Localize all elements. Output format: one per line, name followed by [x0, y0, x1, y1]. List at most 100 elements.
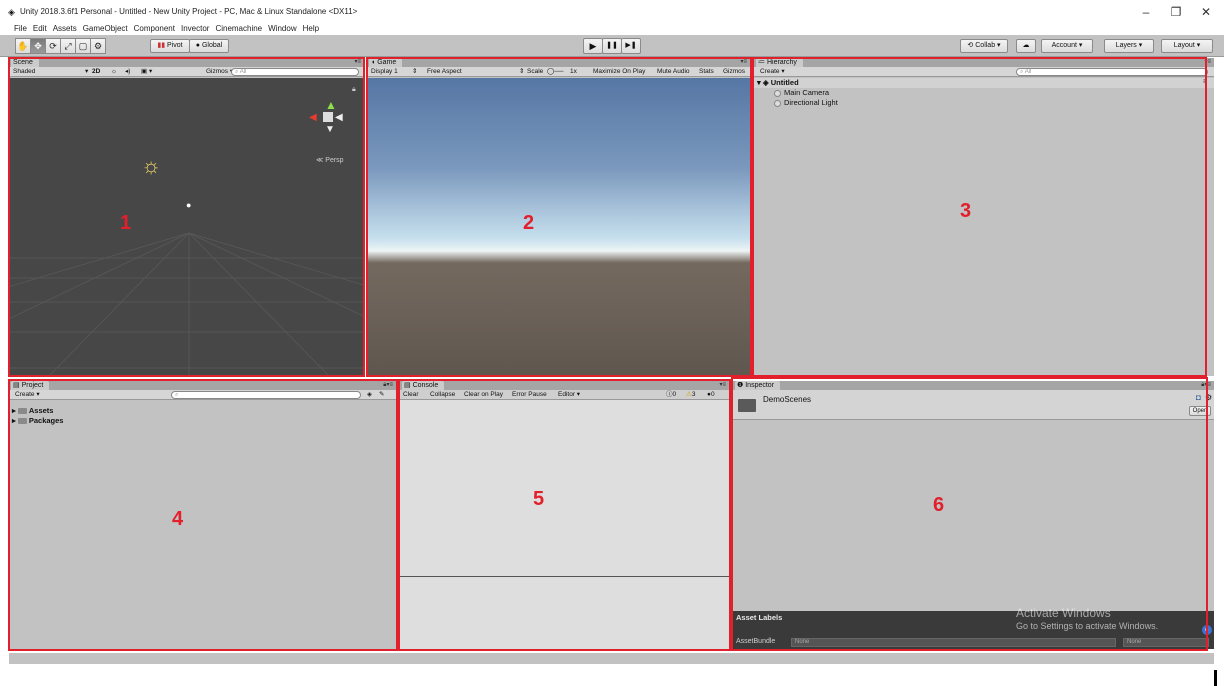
account-button[interactable]: Account ▾ [1041, 39, 1093, 53]
activate-windows-subtitle: Go to Settings to activate Windows. [1016, 621, 1159, 631]
rotate-tool-icon[interactable]: ⟳ [45, 38, 61, 54]
lighting-toggle-icon[interactable]: ☼ [111, 67, 117, 77]
console-clear-button[interactable]: Clear [403, 390, 419, 400]
close-button[interactable]: ✕ [1194, 4, 1218, 20]
scene-gizmo[interactable]: ▲ ◀ ◀ ▼ [309, 98, 351, 144]
scene-root[interactable]: ▾ ◈ Untitled [757, 78, 799, 87]
game-viewport[interactable] [367, 78, 750, 376]
transform-tool-icon[interactable]: ⚙ [90, 38, 106, 54]
step-button[interactable]: ▶❚ [621, 38, 641, 54]
tab-game[interactable]: ◖ Game [369, 58, 403, 67]
cloud-button[interactable]: ☁ [1016, 39, 1036, 53]
console-info-toggle[interactable]: ⓘ0 [666, 390, 676, 400]
open-button[interactable]: Open [1189, 406, 1211, 416]
console-error-pause-button[interactable]: Error Pause [512, 390, 547, 400]
menu-window[interactable]: Window [268, 22, 296, 35]
menu-assets[interactable]: Assets [53, 22, 77, 35]
scale-tool-icon[interactable]: ⤢ [60, 38, 76, 54]
inspector-panel: ❶ Inspector 🔒︎▾≡ DemoScenes ◘ ⚙ Open Ass… [733, 381, 1214, 649]
project-create-button[interactable]: Create ▾ [15, 390, 40, 400]
hierarchy-scene-row[interactable]: ▾ ◈ Untitled ≡ [754, 78, 1214, 88]
hierarchy-item-main-camera[interactable]: Main Camera [774, 88, 829, 97]
stats-toggle[interactable]: Stats [699, 67, 714, 77]
panel-menu-icon[interactable]: ▾≡ [354, 58, 361, 67]
pause-button[interactable]: ❚❚ [602, 38, 622, 54]
console-error-toggle[interactable]: ●0 [707, 390, 715, 400]
tab-hierarchy[interactable]: ≔ Hierarchy [756, 58, 803, 67]
layout-dropdown[interactable]: Layout ▾ [1161, 39, 1213, 53]
scene-menu-icon[interactable]: ≡ [1203, 78, 1207, 87]
panel-menu-icon[interactable]: ▾≡ [740, 58, 747, 67]
gear-icon[interactable]: ⚙ [1205, 393, 1212, 402]
scene-tabstrip: Scene ▾≡ [9, 58, 364, 67]
tab-project[interactable]: ▤ Project [11, 381, 50, 390]
lock-icon[interactable]: 🔒︎ [352, 86, 356, 94]
console-clear-on-play-button[interactable]: Clear on Play [464, 390, 503, 400]
hand-tool-icon[interactable]: ✋ [15, 38, 31, 54]
status-bar [9, 653, 1214, 664]
asset-bundle-dropdown[interactable]: None [791, 638, 1116, 647]
hierarchy-item-directional-light[interactable]: Directional Light [774, 98, 838, 107]
scene-search-input[interactable]: ⌕ All [231, 68, 359, 76]
menu-file[interactable]: File [14, 22, 27, 35]
blue-badge-icon[interactable]: ▸ [1202, 625, 1212, 635]
minimize-button[interactable]: – [1134, 4, 1158, 20]
menu-cinemachine[interactable]: Cinemachine [215, 22, 262, 35]
project-search-input[interactable]: ⌕ [171, 391, 361, 399]
project-folder-packages[interactable]: ▸ Packages [12, 416, 63, 425]
hierarchy-create-button[interactable]: Create ▾ [760, 67, 785, 77]
play-button[interactable]: ▶ [583, 38, 603, 54]
global-button[interactable]: ● Global [189, 39, 229, 53]
gameobject-icon [774, 99, 781, 107]
hierarchy-search-input[interactable]: ⌕ All [1016, 68, 1208, 76]
shading-mode-dropdown[interactable]: Shaded [13, 67, 93, 77]
scene-panel: Scene ▾≡ Shaded ▾ 2D ☼ ◂) ▣ ▾ Gizmos ▾ ⌕… [9, 58, 364, 376]
asset-labels-heading: Asset Labels [736, 613, 783, 622]
help-icon[interactable]: ◘ [1196, 393, 1201, 402]
layers-dropdown[interactable]: Layers ▾ [1104, 39, 1154, 53]
console-editor-dropdown[interactable]: Editor ▾ [558, 390, 580, 400]
menu-help[interactable]: Help [303, 22, 319, 35]
panel-menu-icon[interactable]: ▾≡ [719, 381, 726, 390]
display-dropdown[interactable]: Display 1 [371, 67, 398, 77]
scene-viewport[interactable]: ☼ ● ▲ ◀ ◀ ▼ 🔒︎ ≪ Persp [9, 78, 364, 376]
mute-audio-toggle[interactable]: Mute Audio [657, 67, 690, 77]
scale-slider[interactable]: ◯── [547, 67, 564, 77]
project-tabstrip: ▤ Project 🔒︎▾≡ [9, 381, 396, 390]
console-collapse-button[interactable]: Collapse [430, 390, 455, 400]
persp-label[interactable]: ≪ Persp [316, 156, 344, 164]
filter-by-type-icon[interactable]: ◈ [367, 390, 372, 400]
effects-dropdown-icon[interactable]: ▣ ▾ [141, 67, 152, 77]
audio-toggle-icon[interactable]: ◂) [125, 67, 130, 77]
menu-edit[interactable]: Edit [33, 22, 47, 35]
gizmos-dropdown[interactable]: Gizmos ▾ [206, 67, 233, 77]
restore-button[interactable]: ❐ [1164, 4, 1188, 20]
tab-inspector[interactable]: ❶ Inspector [735, 381, 781, 390]
panel-menu-icon[interactable]: 🔒︎▾≡ [383, 381, 393, 390]
text-cursor [1214, 670, 1217, 686]
aspect-dropdown[interactable]: Free Aspect [427, 67, 462, 77]
console-splitter[interactable] [400, 576, 729, 577]
game-gizmos-toggle[interactable]: Gizmos [723, 67, 745, 77]
tab-console[interactable]: ▤ Console [402, 381, 445, 390]
filter-by-label-icon[interactable]: ✎ [379, 390, 384, 400]
hierarchy-toolbar: Create ▾ ⌕ All [754, 67, 1214, 77]
panel-menu-icon[interactable]: 🔒︎▾≡ [1201, 381, 1211, 390]
asset-bundle-variant-dropdown[interactable]: None [1123, 638, 1209, 647]
pivot-button[interactable]: ▮▮ Pivot [150, 39, 190, 53]
collab-button[interactable]: ⟲ Collab ▾ [960, 39, 1008, 53]
mode-2d-button[interactable]: 2D [92, 67, 100, 77]
project-folder-assets[interactable]: ▸ Assets [12, 406, 53, 415]
move-tool-icon[interactable]: ✥ [30, 38, 46, 54]
unity-logo-icon: ◈ [8, 7, 15, 17]
maximize-on-play-toggle[interactable]: Maximize On Play [593, 67, 645, 77]
rect-tool-icon[interactable]: ▢ [75, 38, 91, 54]
menu-invector[interactable]: Invector [181, 22, 209, 35]
console-warning-toggle[interactable]: ⚠3 [686, 390, 695, 400]
camera-icon[interactable]: ● [186, 200, 191, 210]
menu-component[interactable]: Component [134, 22, 175, 35]
directional-light-icon[interactable]: ☼ [141, 153, 161, 179]
tab-scene[interactable]: Scene [11, 58, 39, 67]
panel-menu-icon[interactable]: ▾≡ [1204, 58, 1211, 67]
menu-gameobject[interactable]: GameObject [83, 22, 128, 35]
